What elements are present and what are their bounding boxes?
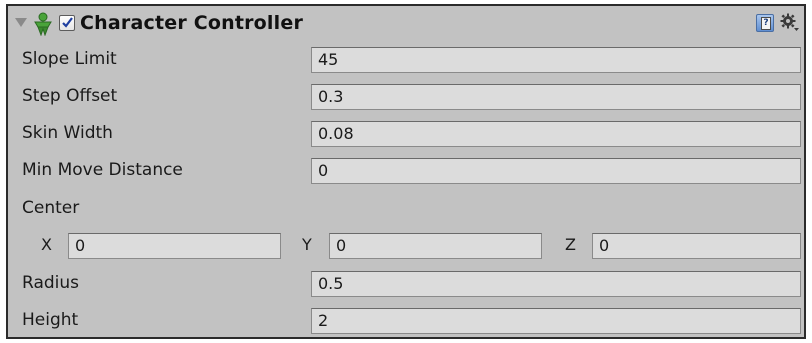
slope-limit-row: Slope Limit 45 [8, 42, 804, 78]
foldout-arrow-icon[interactable] [15, 18, 27, 27]
min-move-distance-label: Min Move Distance [22, 160, 183, 180]
center-vector-row: X 0 Y 0 Z 0 [8, 228, 804, 264]
center-z-field[interactable]: 0 [592, 233, 801, 259]
skin-width-row: Skin Width 0.08 [8, 116, 804, 152]
step-offset-row: Step Offset 0.3 [8, 79, 804, 115]
height-label: Height [22, 310, 79, 330]
step-offset-label: Step Offset [22, 86, 118, 106]
slope-limit-field[interactable]: 45 [311, 47, 801, 73]
checkmark-icon [62, 17, 73, 28]
skin-width-field[interactable]: 0.08 [311, 121, 801, 147]
center-x-label: X [41, 235, 52, 254]
center-y-label: Y [302, 235, 312, 254]
height-row: Height 2 [8, 303, 804, 339]
center-x-field[interactable]: 0 [68, 233, 281, 259]
radius-row: Radius 0.5 [8, 266, 804, 302]
step-offset-field[interactable]: 0.3 [311, 84, 801, 110]
gear-icon[interactable] [780, 13, 800, 33]
center-z-label: Z [565, 235, 576, 254]
enabled-checkbox[interactable] [59, 15, 75, 31]
slope-limit-label: Slope Limit [22, 49, 117, 69]
center-y-field[interactable]: 0 [329, 233, 542, 259]
character-controller-icon [34, 12, 52, 36]
center-row: Center [8, 191, 804, 227]
help-book-icon[interactable]: ? [756, 14, 774, 32]
character-controller-component: Character Controller ? Slope Limit 45 St… [6, 4, 806, 339]
min-move-distance-field[interactable]: 0 [311, 158, 801, 184]
center-label: Center [22, 198, 80, 218]
component-title: Character Controller [80, 12, 304, 34]
min-move-distance-row: Min Move Distance 0 [8, 153, 804, 189]
height-field[interactable]: 2 [311, 308, 801, 334]
radius-label: Radius [22, 273, 80, 293]
radius-field[interactable]: 0.5 [311, 271, 801, 297]
skin-width-label: Skin Width [22, 123, 113, 143]
component-header[interactable]: Character Controller ? [8, 6, 804, 42]
